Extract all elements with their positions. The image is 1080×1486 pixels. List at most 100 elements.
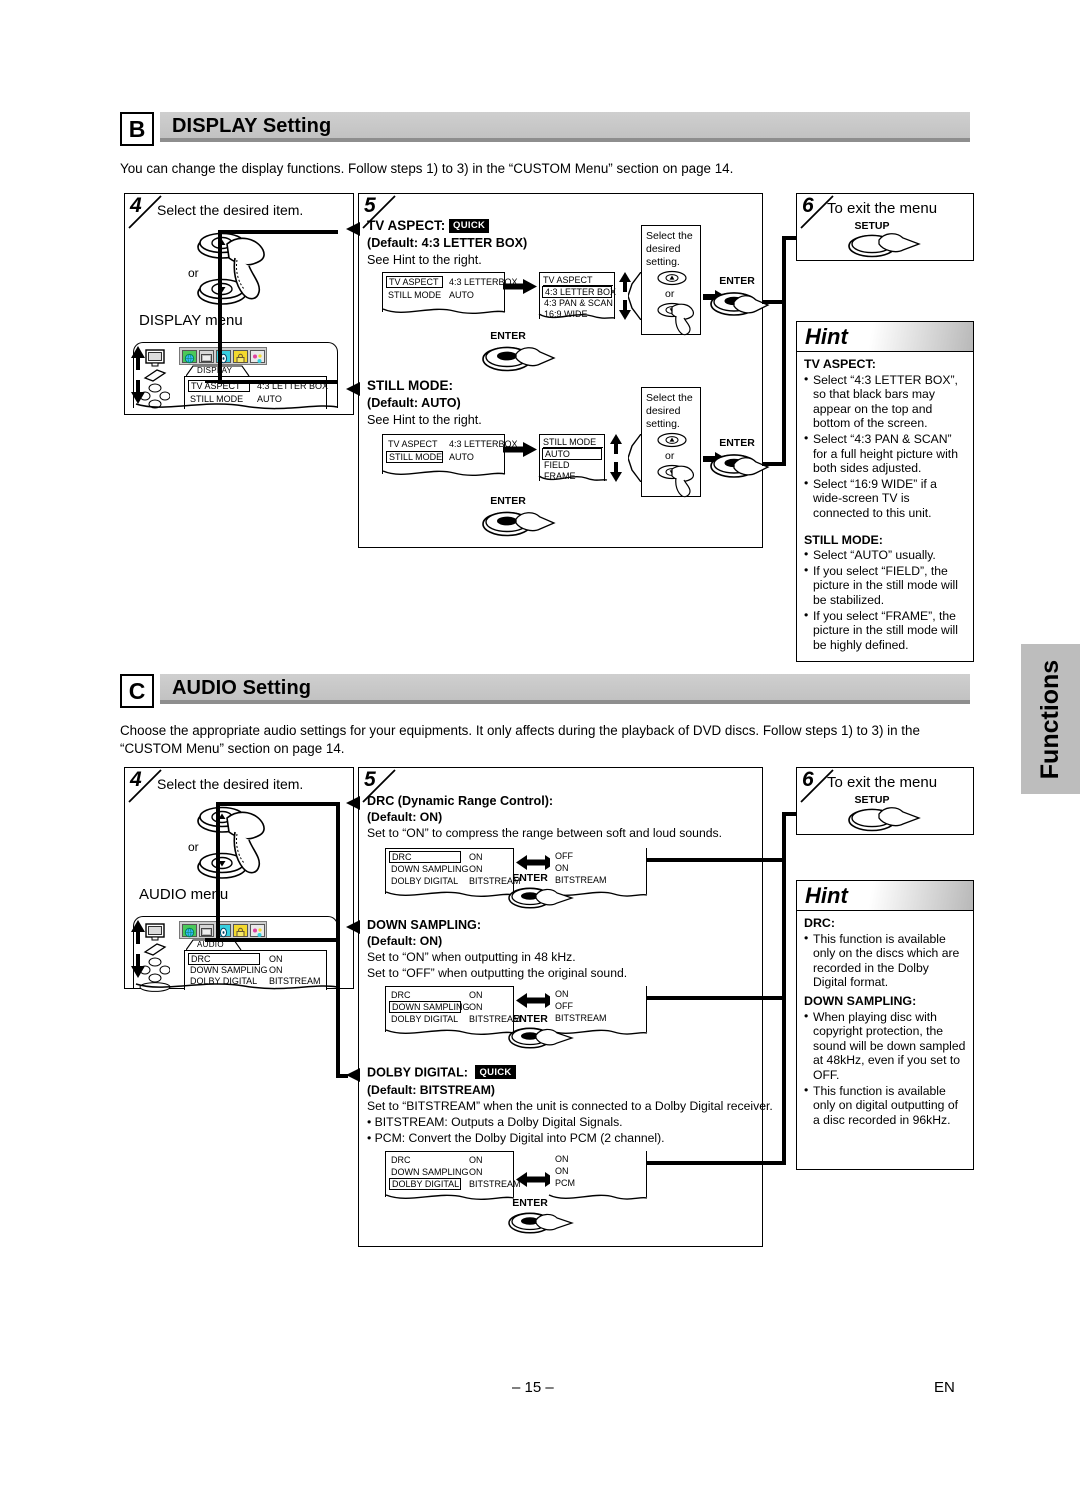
connector-line: [218, 230, 222, 384]
audio-step4-label: Select the desired item.: [157, 776, 304, 792]
display-step4-label: Select the desired item.: [157, 202, 304, 218]
section-b-title: DISPLAY Setting: [172, 115, 332, 137]
custom-icon[interactable]: [249, 349, 265, 363]
globe-icon[interactable]: [181, 923, 197, 937]
section-b-letter: B: [120, 112, 154, 146]
torn-edge: [385, 891, 515, 897]
audio-step6-label: To exit the menu: [827, 774, 938, 791]
side-tab-label: Functions: [1036, 659, 1065, 779]
arrow-to-still-mode: [346, 382, 360, 396]
lock-icon[interactable]: [232, 923, 248, 937]
connector-line: [218, 230, 338, 234]
connector-line: [218, 380, 338, 384]
globe-icon[interactable]: [181, 349, 197, 363]
alt-value-1: OFF: [555, 851, 573, 861]
section-b-header: B DISPLAY Setting: [120, 112, 970, 146]
connector-line: [646, 996, 786, 1000]
select-line1: Select the: [646, 392, 693, 404]
menu-row-value-3: BITSTREAM: [469, 1179, 521, 1189]
alt-value-2: ON: [555, 863, 569, 873]
section-c-title: AUDIO Setting: [172, 677, 312, 699]
audio-hint-title: Hint: [805, 883, 848, 908]
menu-row-selected[interactable]: TV ASPECT: [386, 276, 443, 288]
display-hint-box: Hint TV ASPECT: Select “4:3 LETTER BOX”,…: [796, 321, 974, 662]
hint-bullet: When playing disc with copyright protect…: [804, 1009, 966, 1083]
quick-badge: QUICK: [449, 218, 490, 233]
menu-row-label-2[interactable]: DOWN SAMPLING: [391, 864, 469, 874]
menu-row-selected[interactable]: DOWN SAMPLING: [389, 1001, 470, 1013]
option-item[interactable]: 4:3 PAN & SCAN: [544, 298, 613, 308]
tv-aspect-enter-label: ENTER: [490, 330, 526, 342]
menu-row-label-3[interactable]: DOLBY DIGITAL: [391, 1014, 458, 1024]
alt-value-2: ON: [555, 1166, 569, 1176]
menu-row-selected[interactable]: STILL MODE: [386, 451, 443, 463]
menu-row-selected[interactable]: DOLBY DIGITAL: [389, 1178, 461, 1190]
arrow-to-dolby-digital: [346, 1068, 360, 1082]
tv-aspect-title: TV ASPECT: QUICK: [367, 218, 490, 233]
audio-osd-device: AUDIO DRC ON DOWN SAMPLING ON DOLBY DIGI…: [133, 916, 338, 992]
still-mode-select-box: Select the desired setting. or: [641, 387, 701, 498]
connector-line: [646, 1161, 786, 1165]
brace-icon: [628, 272, 642, 320]
audio-step4-number: 4: [130, 768, 142, 791]
menu-row-label-2[interactable]: STILL MODE: [388, 290, 441, 300]
hand-pointer-icon: [535, 888, 574, 906]
hint-subtitle: DOWN SAMPLING:: [804, 993, 917, 1008]
osd-row-selected[interactable]: DRC: [188, 953, 260, 965]
osd-icon-row: [179, 347, 267, 365]
side-tab-functions: Functions: [1021, 644, 1080, 794]
drc-desc-1: Set to “ON” to compress the range betwee…: [367, 826, 722, 840]
updown-arrows-icon: [131, 346, 145, 404]
dolby-digital-desc-1: Set to “BITSTREAM” when the unit is conn…: [367, 1099, 773, 1113]
display-hint-body: TV ASPECT: Select “4:3 LETTER BOX”, so t…: [797, 352, 973, 658]
menu-row-label[interactable]: TV ASPECT: [388, 439, 438, 449]
section-c-header: C AUDIO Setting: [120, 674, 970, 708]
display-step4-number: 4: [130, 194, 142, 217]
hand-pointer-icon: [733, 457, 770, 476]
connector-line: [782, 812, 786, 1165]
arrow-to-tv-aspect: [346, 222, 360, 236]
torn-edge: [135, 983, 338, 990]
dolby-digital-title: DOLBY DIGITAL: QUICK: [367, 1065, 516, 1080]
menu-row-value-2: AUTO: [449, 290, 474, 300]
arrow-to-down-sampling: [346, 920, 360, 934]
torn-edge: [538, 475, 608, 481]
menu-row-value-2: ON: [469, 1002, 483, 1012]
menu-row-label[interactable]: DRC: [391, 1155, 411, 1165]
alt-value-3: PCM: [555, 1178, 575, 1188]
display-icon[interactable]: [198, 349, 214, 363]
menu-row-label-3[interactable]: DOLBY DIGITAL: [391, 876, 458, 886]
option-item-selected[interactable]: 4:3 LETTER BOX: [542, 286, 616, 298]
up-key-icon[interactable]: [656, 270, 688, 286]
hint-bullet: If you select “FIELD”, the picture in th…: [804, 563, 966, 608]
audio-hint-box: Hint DRC: This function is available onl…: [796, 880, 974, 1170]
connector-line: [205, 380, 221, 383]
display-step6-label: To exit the menu: [827, 200, 938, 217]
osd-row-label-2[interactable]: DOWN SAMPLING: [190, 965, 268, 975]
updown-arrows-icon: [610, 434, 622, 482]
display-step6-box: 6 To exit the menu SETUP: [796, 193, 974, 261]
up-key-icon[interactable]: [656, 432, 688, 448]
hint-subtitle: TV ASPECT:: [804, 357, 876, 371]
hint-bullet: If you select “FRAME”, the picture in th…: [804, 608, 966, 653]
menu-row-label-2[interactable]: DOWN SAMPLING: [391, 1167, 469, 1177]
select-line1: Select the: [646, 230, 693, 242]
torn-edge: [538, 313, 616, 319]
menu-row-label[interactable]: DRC: [391, 990, 411, 1000]
alt-value-3: BITSTREAM: [555, 1013, 607, 1023]
lock-icon[interactable]: [232, 349, 248, 363]
brace-icon: [628, 434, 642, 482]
option-item[interactable]: FIELD: [544, 460, 570, 470]
menu-row-selected[interactable]: DRC: [389, 851, 461, 863]
section-b-intro: You can change the display functions. Fo…: [120, 161, 734, 176]
hint-bullet: Select “16:9 WIDE” if a wide-screen TV i…: [804, 476, 966, 521]
display-icon[interactable]: [198, 923, 214, 937]
display-menu-caption: DISPLAY menu: [139, 312, 243, 329]
hand-pointer-icon: [535, 1028, 574, 1046]
option-item-selected[interactable]: AUTO: [542, 448, 602, 460]
connector-line: [216, 802, 340, 806]
osd-row-value-2: ON: [269, 965, 283, 975]
custom-icon[interactable]: [249, 923, 265, 937]
select-line3: setting.: [646, 256, 680, 268]
still-mode-title: STILL MODE:: [367, 378, 453, 393]
